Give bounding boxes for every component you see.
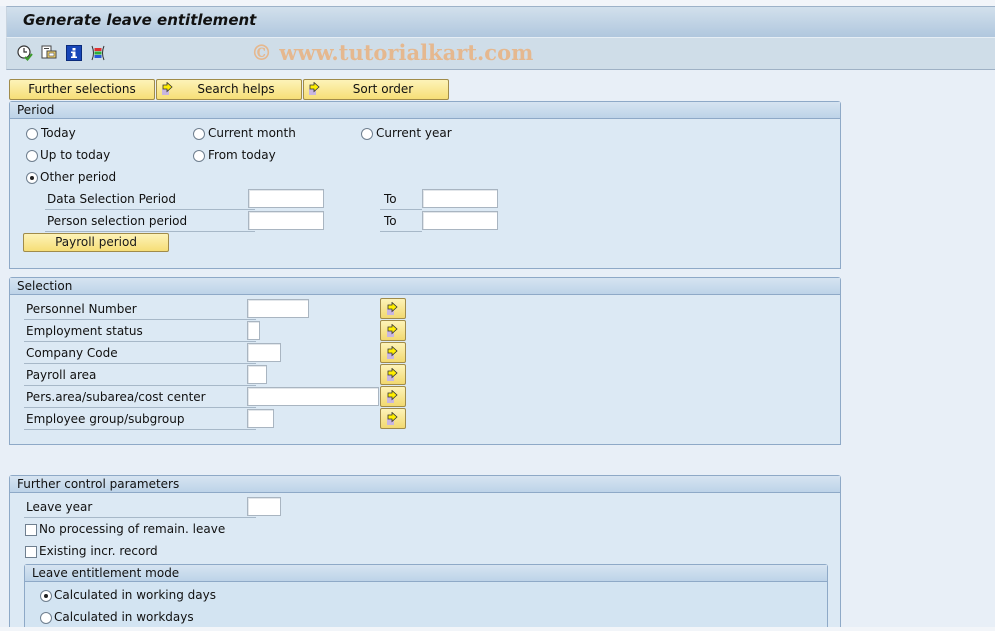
payroll-period-button[interactable]: Payroll period bbox=[23, 233, 169, 252]
employment-status-label: Employment status bbox=[26, 324, 143, 338]
title-bar: Generate leave entitlement bbox=[6, 6, 995, 37]
label-underline bbox=[380, 209, 422, 210]
pers-area-label: Pers.area/subarea/cost center bbox=[26, 390, 206, 404]
employee-group-label: Employee group/subgroup bbox=[26, 412, 185, 426]
selection-group: Selection Personnel Number Employment st… bbox=[9, 277, 841, 445]
person-selection-period-label: Person selection period bbox=[47, 214, 188, 228]
window-bottom-edge bbox=[0, 627, 995, 631]
search-helps-label: Search helps bbox=[197, 82, 275, 96]
employment-status-multiple-selection-button[interactable] bbox=[380, 320, 406, 341]
data-selection-period-label: Data Selection Period bbox=[47, 192, 176, 206]
label-underline bbox=[380, 231, 422, 232]
employment-status-input[interactable] bbox=[247, 321, 260, 340]
employee-group-input[interactable] bbox=[247, 409, 274, 428]
period-group: Period Today Current month Current year … bbox=[9, 101, 841, 269]
application-toolbar: © www.tutorialkart.com bbox=[6, 37, 995, 70]
search-helps-button[interactable]: Search helps bbox=[156, 79, 302, 100]
further-selections-label: Further selections bbox=[28, 82, 136, 96]
radio-current-year-label: Current year bbox=[376, 126, 452, 140]
radio-from-today[interactable] bbox=[193, 150, 205, 162]
further-control-parameters-group: Further control parameters Leave year No… bbox=[9, 475, 841, 631]
payroll-area-multiple-selection-button[interactable] bbox=[380, 364, 406, 385]
label-underline bbox=[24, 429, 256, 430]
radio-calculated-working-days-label: Calculated in working days bbox=[54, 588, 216, 602]
personnel-number-input[interactable] bbox=[247, 299, 309, 318]
company-code-input[interactable] bbox=[247, 343, 281, 362]
leave-year-label: Leave year bbox=[26, 500, 93, 514]
get-variant-icon[interactable] bbox=[41, 45, 57, 61]
sort-order-button[interactable]: Sort order bbox=[303, 79, 449, 100]
arrow-right-icon bbox=[308, 81, 322, 96]
radio-calculated-workdays[interactable] bbox=[40, 612, 52, 624]
label-underline bbox=[24, 385, 256, 386]
existing-incr-record-checkbox[interactable] bbox=[25, 546, 37, 558]
watermark: © www.tutorialkart.com bbox=[251, 40, 534, 65]
label-underline bbox=[45, 231, 255, 232]
label-underline bbox=[24, 517, 256, 518]
pers-area-input[interactable] bbox=[247, 387, 379, 406]
employee-group-multiple-selection-button[interactable] bbox=[380, 408, 406, 429]
arrow-right-icon bbox=[161, 81, 175, 96]
radio-calculated-workdays-label: Calculated in workdays bbox=[54, 610, 194, 624]
data-selection-to-label: To bbox=[384, 192, 397, 206]
radio-other-period[interactable] bbox=[26, 172, 38, 184]
personnel-number-label: Personnel Number bbox=[26, 302, 137, 316]
program-documentation-icon[interactable] bbox=[66, 45, 82, 61]
payroll-area-input[interactable] bbox=[247, 365, 267, 384]
control-group-title: Further control parameters bbox=[10, 476, 840, 493]
person-selection-period-to-input[interactable] bbox=[422, 211, 498, 230]
selection-options-icon[interactable] bbox=[90, 45, 106, 61]
radio-other-period-label: Other period bbox=[40, 170, 117, 184]
person-selection-period-from-input[interactable] bbox=[248, 211, 324, 230]
radio-current-month-label: Current month bbox=[208, 126, 296, 140]
payroll-area-label: Payroll area bbox=[26, 368, 97, 382]
radio-from-today-label: From today bbox=[208, 148, 276, 162]
existing-incr-record-label: Existing incr. record bbox=[39, 544, 158, 558]
data-selection-period-to-input[interactable] bbox=[422, 189, 498, 208]
label-underline bbox=[45, 209, 255, 210]
execute-in-background-icon[interactable] bbox=[17, 45, 33, 61]
leave-year-input[interactable] bbox=[247, 497, 281, 516]
sort-order-label: Sort order bbox=[352, 82, 414, 96]
pers-area-multiple-selection-button[interactable] bbox=[380, 386, 406, 407]
radio-current-month[interactable] bbox=[193, 128, 205, 140]
data-selection-period-from-input[interactable] bbox=[248, 189, 324, 208]
leave-entitlement-mode-group: Leave entitlement mode Calculated in wor… bbox=[24, 564, 828, 631]
period-group-title: Period bbox=[10, 102, 840, 119]
company-code-label: Company Code bbox=[26, 346, 118, 360]
radio-calculated-working-days[interactable] bbox=[40, 590, 52, 602]
label-underline bbox=[24, 363, 256, 364]
page-title: Generate leave entitlement bbox=[23, 11, 257, 29]
further-selections-button[interactable]: Further selections bbox=[9, 79, 155, 100]
label-underline bbox=[24, 341, 256, 342]
radio-current-year[interactable] bbox=[361, 128, 373, 140]
company-code-multiple-selection-button[interactable] bbox=[380, 342, 406, 363]
radio-today[interactable] bbox=[26, 128, 38, 140]
no-processing-remain-leave-checkbox[interactable] bbox=[25, 524, 37, 536]
radio-up-to-today[interactable] bbox=[26, 150, 38, 162]
person-selection-to-label: To bbox=[384, 214, 397, 228]
leave-entitlement-mode-title: Leave entitlement mode bbox=[25, 565, 827, 582]
personnel-number-multiple-selection-button[interactable] bbox=[380, 298, 406, 319]
label-underline bbox=[24, 407, 256, 408]
selection-group-title: Selection bbox=[10, 278, 840, 295]
radio-today-label: Today bbox=[41, 126, 76, 140]
radio-up-to-today-label: Up to today bbox=[40, 148, 111, 162]
no-processing-remain-leave-label: No processing of remain. leave bbox=[39, 522, 226, 536]
label-underline bbox=[24, 319, 256, 320]
